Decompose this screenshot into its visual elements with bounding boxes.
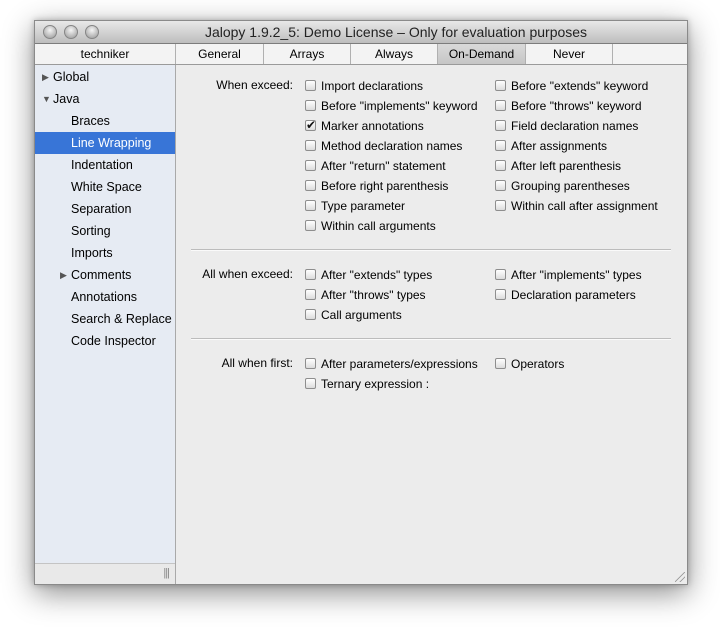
line-wrapping-panel: When exceed: Import declarations Before … (177, 65, 687, 584)
tab-general[interactable]: General (176, 44, 264, 64)
checkbox-declaration-parameters[interactable]: Declaration parameters (495, 287, 636, 303)
sidebar-footer: ||| (35, 563, 175, 584)
checkbox-ternary-expression[interactable]: Ternary expression : (305, 376, 429, 392)
tab-never[interactable]: Never (526, 44, 613, 64)
checkbox-checked-icon[interactable] (305, 117, 316, 133)
checkbox-after-parameters-expressions[interactable]: After parameters/expressions (305, 356, 478, 372)
checkbox-before-extends[interactable]: Before "extends" keyword (495, 78, 648, 94)
tab-arrays[interactable]: Arrays (264, 44, 351, 64)
tree-item-code-inspector[interactable]: Code Inspector (35, 330, 175, 352)
checkbox-icon[interactable] (495, 140, 506, 152)
tree-item-label: Java (53, 92, 80, 106)
window-title: Jalopy 1.9.2_5: Demo License – Only for … (204, 24, 588, 40)
checkbox-icon[interactable] (305, 309, 316, 321)
preferences-window: Jalopy 1.9.2_5: Demo License – Only for … (34, 20, 688, 585)
tree-item-sorting[interactable]: Sorting (35, 220, 175, 242)
tree-item-imports[interactable]: Imports (35, 242, 175, 264)
disclosure-right-icon[interactable]: ▶ (60, 264, 67, 286)
checkbox-field-declaration-names[interactable]: Field declaration names (495, 118, 638, 134)
checkbox-within-call-after-assignment[interactable]: Within call after assignment (495, 198, 658, 214)
tree-item-line-wrapping[interactable]: Line Wrapping (35, 132, 175, 154)
tab-on-demand[interactable]: On-Demand (438, 44, 526, 64)
checkbox-after-extends-types[interactable]: After "extends" types (305, 267, 432, 283)
section-separator (191, 338, 671, 340)
tab-bar: techniker General Arrays Always On-Deman… (35, 44, 687, 65)
all-when-first-label: All when first: (221, 356, 293, 370)
checkbox-icon[interactable] (305, 140, 316, 152)
checkbox-icon[interactable] (495, 269, 506, 281)
checkbox-icon[interactable] (305, 80, 316, 92)
checkbox-before-throws[interactable]: Before "throws" keyword (495, 98, 642, 114)
checkbox-icon[interactable] (305, 200, 316, 212)
checkbox-icon[interactable] (495, 358, 506, 370)
checkbox-after-assignments[interactable]: After assignments (495, 138, 607, 154)
checkbox-before-implements[interactable]: Before "implements" keyword (305, 98, 478, 114)
tree-item-label: Indentation (71, 158, 133, 172)
checkbox-icon[interactable] (305, 100, 316, 112)
checkbox-icon[interactable] (305, 160, 316, 172)
tree-item-search-replace[interactable]: Search & Replace (35, 308, 175, 330)
tree-item-white-space[interactable]: White Space (35, 176, 175, 198)
tree-item-label: Code Inspector (71, 334, 156, 348)
checkbox-icon[interactable] (305, 220, 316, 232)
checkbox-icon[interactable] (495, 289, 506, 301)
tree-item-indentation[interactable]: Indentation (35, 154, 175, 176)
checkbox-within-call-arguments[interactable]: Within call arguments (305, 218, 436, 234)
tree-item-braces[interactable]: Braces (35, 110, 175, 132)
checkbox-icon[interactable] (305, 180, 316, 192)
tree-item-annotations[interactable]: Annotations (35, 286, 175, 308)
window-resize-icon[interactable] (675, 572, 685, 582)
checkbox-call-arguments[interactable]: Call arguments (305, 307, 402, 323)
settings-tree: ▶ Global ▼ Java Braces Line Wrapping Ind… (35, 65, 176, 584)
tree-item-java[interactable]: ▼ Java (35, 88, 175, 110)
checkbox-icon[interactable] (305, 358, 316, 370)
disclosure-right-icon[interactable]: ▶ (42, 66, 49, 88)
tree-item-label: Global (53, 70, 90, 84)
checkbox-icon[interactable] (495, 160, 506, 172)
tree-item-label: Line Wrapping (71, 136, 152, 150)
tree-item-label: Annotations (71, 290, 138, 304)
tree-item-label: Braces (71, 114, 110, 128)
checkbox-after-return[interactable]: After "return" statement (305, 158, 446, 174)
tree-item-label: Sorting (71, 224, 111, 238)
when-exceed-label: When exceed: (216, 78, 293, 92)
disclosure-down-icon[interactable]: ▼ (42, 88, 51, 110)
tab-techniker[interactable]: techniker (35, 44, 176, 64)
checkbox-grouping-parentheses[interactable]: Grouping parentheses (495, 178, 630, 194)
checkbox-type-parameter[interactable]: Type parameter (305, 198, 405, 214)
tree-item-label: Imports (71, 246, 113, 260)
tree-item-label: White Space (71, 180, 142, 194)
checkbox-before-right-paren[interactable]: Before right parenthesis (305, 178, 448, 194)
checkbox-icon[interactable] (305, 378, 316, 390)
checkbox-icon[interactable] (305, 289, 316, 301)
checkbox-icon[interactable] (495, 200, 506, 212)
tree-item-label: Search & Replace (71, 312, 172, 326)
checkbox-icon[interactable] (495, 80, 506, 92)
section-separator (191, 249, 671, 251)
tab-always[interactable]: Always (351, 44, 438, 64)
tree-item-comments[interactable]: ▶ Comments (35, 264, 175, 286)
checkbox-icon[interactable] (495, 100, 506, 112)
tree-item-label: Comments (71, 268, 132, 282)
tree-item-separation[interactable]: Separation (35, 198, 175, 220)
checkbox-marker-annotations[interactable]: Marker annotations (305, 117, 424, 134)
checkbox-icon[interactable] (495, 180, 506, 192)
all-when-exceed-label: All when exceed: (202, 267, 293, 281)
checkbox-after-implements-types[interactable]: After "implements" types (495, 267, 642, 283)
tree-item-label: Separation (71, 202, 132, 216)
checkbox-operators[interactable]: Operators (495, 356, 564, 372)
checkbox-import-declarations[interactable]: Import declarations (305, 78, 423, 94)
title-bar[interactable]: Jalopy 1.9.2_5: Demo License – Only for … (35, 21, 687, 44)
checkbox-after-left-paren[interactable]: After left parenthesis (495, 158, 621, 174)
resize-grip-icon[interactable]: ||| (163, 567, 170, 579)
checkbox-after-throws-types[interactable]: After "throws" types (305, 287, 426, 303)
checkbox-icon[interactable] (305, 269, 316, 281)
checkbox-icon[interactable] (495, 120, 506, 132)
tree-item-global[interactable]: ▶ Global (35, 66, 175, 88)
checkbox-method-declaration-names[interactable]: Method declaration names (305, 138, 462, 154)
